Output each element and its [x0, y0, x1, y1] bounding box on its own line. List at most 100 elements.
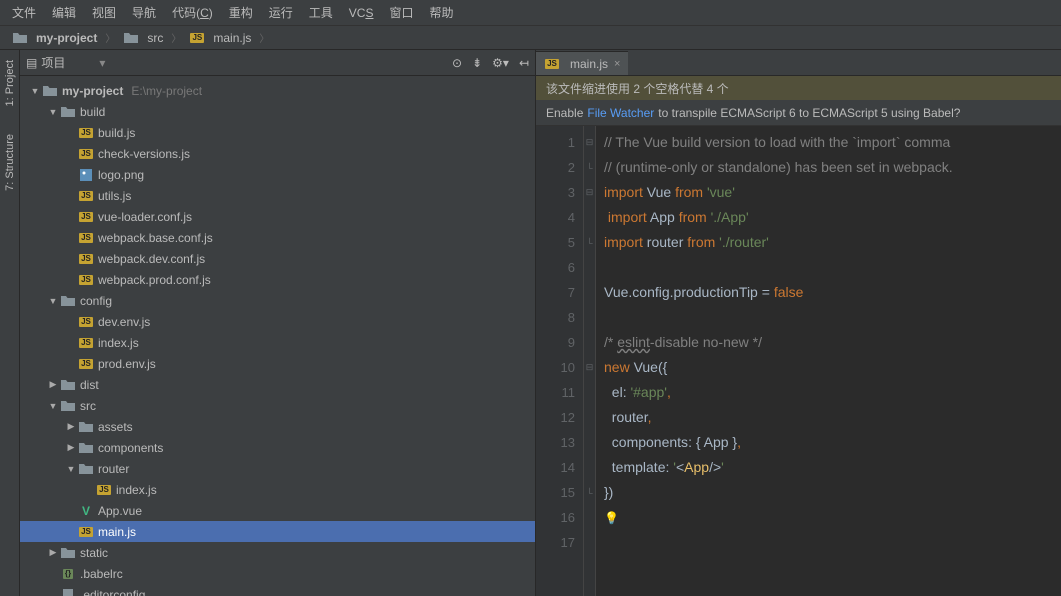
- tree-node[interactable]: ▼src: [20, 395, 535, 416]
- fold-marker[interactable]: └: [584, 155, 595, 180]
- file-watcher-link[interactable]: File Watcher: [587, 106, 654, 120]
- fold-gutter: ⊟└⊟└⊟└: [584, 126, 596, 596]
- code-line[interactable]: components: { App },: [604, 430, 1053, 455]
- code-line[interactable]: [604, 305, 1053, 330]
- code-line[interactable]: new Vue({: [604, 355, 1053, 380]
- menu-item[interactable]: 窗口: [383, 1, 419, 24]
- tree-node[interactable]: .editorconfig: [20, 584, 535, 596]
- tree-node-label: my-project: [62, 84, 123, 98]
- tree-node[interactable]: ▼build: [20, 101, 535, 122]
- tree-node-path: E:\my-project: [131, 84, 202, 98]
- tree-node[interactable]: JSmain.js: [20, 521, 535, 542]
- breadcrumb-item[interactable]: JSmain.js: [185, 29, 255, 47]
- tree-arrow-icon[interactable]: ▶: [46, 547, 60, 558]
- folder-icon: [12, 31, 28, 45]
- close-tab-icon[interactable]: ×: [614, 58, 620, 70]
- tree-node[interactable]: ▶dist: [20, 374, 535, 395]
- code-line[interactable]: import router from './router': [604, 230, 1053, 255]
- tree-node[interactable]: JSutils.js: [20, 185, 535, 206]
- tab-main-js[interactable]: JS main.js ×: [536, 51, 628, 75]
- code-line[interactable]: // The Vue build version to load with th…: [604, 130, 1053, 155]
- menu-item[interactable]: 工具: [303, 1, 339, 24]
- line-number: 15: [536, 480, 575, 505]
- collapse-icon[interactable]: ⇟: [472, 56, 482, 70]
- tree-node-label: vue-loader.conf.js: [98, 210, 192, 224]
- tree-arrow-icon[interactable]: ▼: [46, 107, 60, 117]
- menu-item[interactable]: 帮助: [423, 1, 459, 24]
- project-panel-dropdown-icon[interactable]: ▾: [99, 56, 105, 70]
- tree-node-label: index.js: [116, 483, 157, 497]
- code-line[interactable]: import Vue from 'vue': [604, 180, 1053, 205]
- tree-node[interactable]: JSvue-loader.conf.js: [20, 206, 535, 227]
- code-text[interactable]: // The Vue build version to load with th…: [596, 126, 1061, 596]
- tree-node[interactable]: JSwebpack.base.conf.js: [20, 227, 535, 248]
- tree-arrow-icon[interactable]: ▼: [64, 464, 78, 474]
- fold-marker[interactable]: ⊟: [584, 180, 595, 205]
- tree-node[interactable]: logo.png: [20, 164, 535, 185]
- tree-node[interactable]: ▶components: [20, 437, 535, 458]
- tree-node[interactable]: JSbuild.js: [20, 122, 535, 143]
- tree-node[interactable]: VApp.vue: [20, 500, 535, 521]
- code-area[interactable]: 1234567891011121314151617 ⊟└⊟└⊟└ // The …: [536, 126, 1061, 596]
- menu-item[interactable]: VCS: [343, 3, 380, 23]
- banner-suffix: to transpile ECMAScript 6 to ECMAScript …: [658, 106, 960, 120]
- fold-marker[interactable]: └: [584, 480, 595, 505]
- tree-node[interactable]: ▶static: [20, 542, 535, 563]
- breadcrumb-item[interactable]: src: [119, 29, 167, 47]
- tree-node[interactable]: JSprod.env.js: [20, 353, 535, 374]
- line-number: 3: [536, 180, 575, 205]
- tree-node[interactable]: ▼router: [20, 458, 535, 479]
- tree-node[interactable]: JS dev.env.js: [20, 311, 535, 332]
- code-line[interactable]: }): [604, 480, 1053, 505]
- js-file-icon: JS: [78, 315, 94, 329]
- locate-icon[interactable]: ⊙: [452, 56, 462, 70]
- tree-arrow-icon[interactable]: ▼: [46, 401, 60, 411]
- menu-item[interactable]: 运行: [263, 1, 299, 24]
- project-tree: ▼my-projectE:\my-project▼buildJSbuild.js…: [20, 76, 535, 596]
- tree-node[interactable]: ▶assets: [20, 416, 535, 437]
- menu-item[interactable]: 导航: [126, 1, 162, 24]
- tool-window-button[interactable]: 1: Project: [4, 56, 16, 110]
- file-watcher-banner: Enable File Watcher to transpile ECMAScr…: [536, 100, 1061, 126]
- tree-arrow-icon[interactable]: ▼: [28, 86, 42, 96]
- js-file-icon: JS: [78, 231, 94, 245]
- code-line[interactable]: /* eslint-disable no-new */: [604, 330, 1053, 355]
- intention-bulb-icon[interactable]: 💡: [604, 511, 619, 525]
- code-line[interactable]: router,: [604, 405, 1053, 430]
- tree-node-label: .babelrc: [80, 567, 123, 581]
- chevron-right-icon: 〉: [259, 30, 269, 45]
- code-line[interactable]: 💡: [604, 505, 1053, 531]
- tree-node[interactable]: JSindex.js: [20, 479, 535, 500]
- tree-node[interactable]: JSwebpack.prod.conf.js: [20, 269, 535, 290]
- menu-item[interactable]: 编辑: [46, 1, 82, 24]
- code-line[interactable]: // (runtime-only or standalone) has been…: [604, 155, 1053, 180]
- menu-item[interactable]: 文件: [6, 1, 42, 24]
- tree-node[interactable]: {}.babelrc: [20, 563, 535, 584]
- menu-item[interactable]: 视图: [86, 1, 122, 24]
- settings-icon[interactable]: ⚙▾: [492, 56, 509, 70]
- code-line[interactable]: template: '<App/>': [604, 455, 1053, 480]
- tree-node[interactable]: JScheck-versions.js: [20, 143, 535, 164]
- tree-arrow-icon[interactable]: ▼: [46, 296, 60, 306]
- tree-node[interactable]: JSindex.js: [20, 332, 535, 353]
- hide-icon[interactable]: ↤: [519, 56, 529, 70]
- menu-item[interactable]: 重构: [223, 1, 259, 24]
- tree-node[interactable]: ▼ my-project E:\my-project: [20, 80, 535, 101]
- tree-node[interactable]: JSwebpack.dev.conf.js: [20, 248, 535, 269]
- tree-arrow-icon[interactable]: ▶: [64, 421, 78, 432]
- code-line[interactable]: Vue.config.productionTip = false: [604, 280, 1053, 305]
- code-line[interactable]: el: '#app',: [604, 380, 1053, 405]
- code-line[interactable]: [604, 531, 1053, 556]
- fold-marker[interactable]: └: [584, 230, 595, 255]
- tree-arrow-icon[interactable]: ▶: [46, 379, 60, 390]
- tree-node-label: dev.env.js: [98, 315, 150, 329]
- tree-arrow-icon[interactable]: ▶: [64, 442, 78, 453]
- tool-window-button[interactable]: 7: Structure: [4, 130, 16, 195]
- menu-item[interactable]: 代码(C): [166, 1, 219, 24]
- fold-marker[interactable]: ⊟: [584, 130, 595, 155]
- code-line[interactable]: [604, 255, 1053, 280]
- breadcrumb-item[interactable]: my-project: [8, 29, 101, 47]
- tree-node[interactable]: ▼config: [20, 290, 535, 311]
- fold-marker[interactable]: ⊟: [584, 355, 595, 380]
- code-line[interactable]: import App from './App': [604, 205, 1053, 230]
